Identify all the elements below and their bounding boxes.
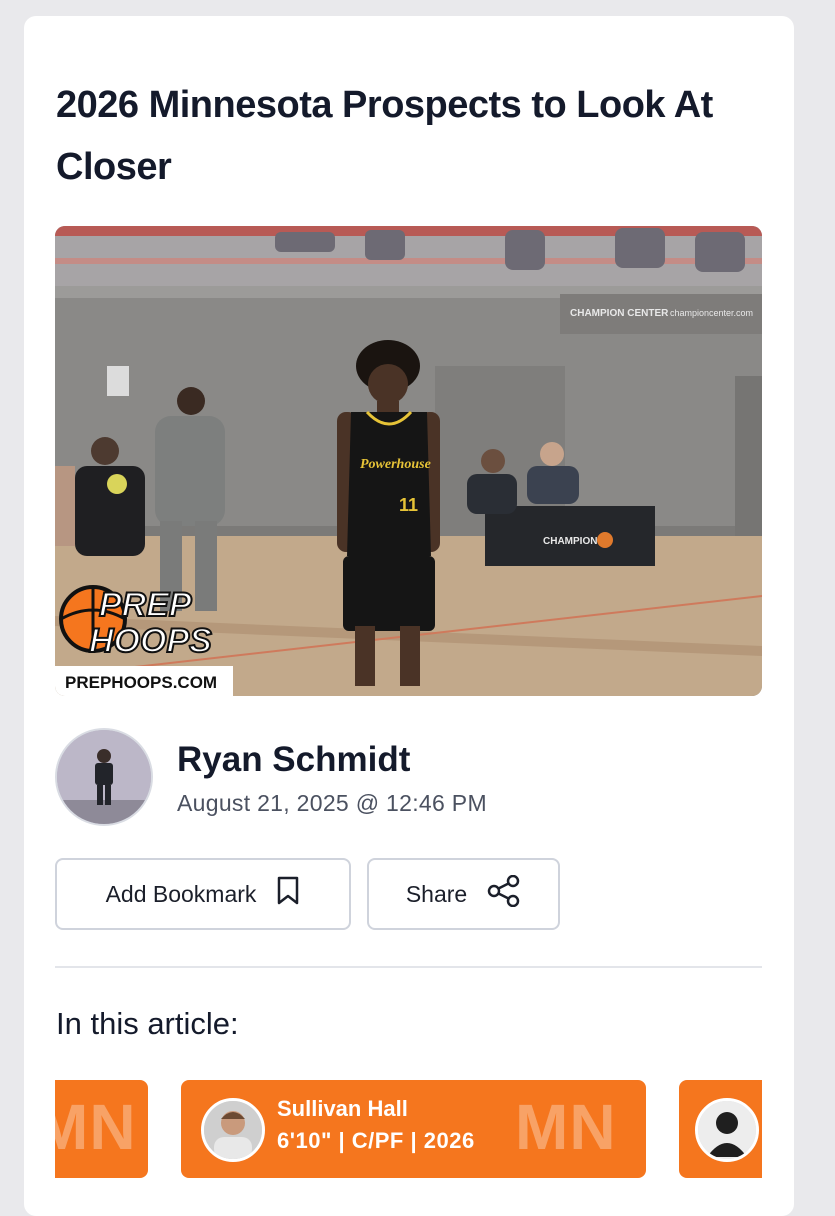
- jersey-number: 11: [399, 495, 418, 515]
- article-title: 2026 Minnesota Prospects to Look At Clos…: [56, 84, 713, 188]
- watermark-hoops: HOOPS: [89, 622, 212, 660]
- watermark-site: PREPHOOPS.COM: [65, 673, 217, 692]
- share-icon: [487, 874, 521, 913]
- article-card: 2026 Minnesota Prospects to Look At Clos…: [24, 16, 794, 1216]
- watermark-prep: PREP: [99, 586, 192, 624]
- add-bookmark-button[interactable]: Add Bookmark: [55, 858, 351, 930]
- divider: [55, 966, 762, 968]
- player-state-watermark: MN: [515, 1091, 617, 1163]
- player-info: 6'10" | C/PF | 2026: [277, 1128, 475, 1153]
- player-avatar: [201, 1098, 265, 1162]
- share-label: Share: [405, 880, 468, 907]
- player-avatar-placeholder-icon: [695, 1098, 759, 1162]
- wall-banner-site: championcenter.com: [670, 308, 753, 318]
- author-avatar[interactable]: [55, 728, 153, 826]
- player-card[interactable]: MN: [55, 1080, 148, 1178]
- bookmark-icon: [276, 876, 300, 912]
- svg-text:CHAMPION: CHAMPION: [543, 536, 597, 547]
- add-bookmark-label: Add Bookmark: [105, 880, 257, 907]
- player-name: Sullivan Hall: [277, 1096, 408, 1121]
- wall-banner-text: CHAMPION CENTER: [570, 308, 669, 319]
- player-state-watermark: MN: [55, 1091, 137, 1163]
- share-button[interactable]: Share: [367, 858, 560, 930]
- player-carousel[interactable]: MN MN Sullivan Hall 6'10" | C/PF | 2026: [55, 1080, 762, 1178]
- author-block: Ryan Schmidt August 21, 2025 @ 12:46 PM: [55, 728, 762, 828]
- jersey-text: Powerhouse: [360, 457, 431, 472]
- player-card-sullivan-hall[interactable]: MN Sullivan Hall 6'10" | C/PF | 2026: [181, 1080, 646, 1178]
- publish-date: August 21, 2025 @ 12:46 PM: [177, 790, 487, 816]
- author-name[interactable]: Ryan Schmidt: [177, 740, 410, 780]
- article-hero-image[interactable]: CHAMPION CENTER championcenter.com CHAMP…: [55, 226, 762, 696]
- in-this-article-heading: In this article:: [56, 1006, 239, 1041]
- player-card[interactable]: [679, 1080, 762, 1178]
